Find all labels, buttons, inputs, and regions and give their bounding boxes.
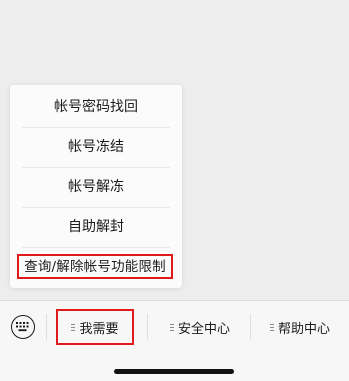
keyboard-icon[interactable] — [11, 315, 35, 339]
menu-item-account-unfreeze[interactable]: 帐号解冻 — [10, 167, 182, 207]
tab-i-need[interactable]: 我需要 — [56, 309, 134, 345]
menu-icon — [269, 323, 274, 331]
tab-security-center[interactable]: 安全中心 — [150, 309, 250, 345]
tab-help-center[interactable]: 帮助中心 — [251, 309, 349, 345]
tab-divider — [46, 314, 47, 340]
popup-menu: 帐号密码找回 帐号冻结 帐号解冻 自助解封 查询/解除帐号功能限制 — [10, 85, 182, 288]
tab-divider — [147, 314, 148, 340]
menu-item-account-freeze[interactable]: 帐号冻结 — [10, 127, 182, 167]
menu-item-account-password-recovery[interactable]: 帐号密码找回 — [10, 87, 182, 127]
menu-item-query-remove-restrictions[interactable]: 查询/解除帐号功能限制 — [17, 254, 173, 279]
tab-label: 帮助中心 — [277, 321, 330, 337]
menu-icon — [169, 323, 174, 331]
menu-icon — [71, 323, 76, 331]
tab-label: 我需要 — [79, 321, 119, 337]
home-indicator — [114, 369, 234, 374]
menu-divider — [22, 247, 170, 248]
tab-label: 安全中心 — [177, 321, 230, 337]
menu-item-self-unblock[interactable]: 自助解封 — [10, 207, 182, 247]
